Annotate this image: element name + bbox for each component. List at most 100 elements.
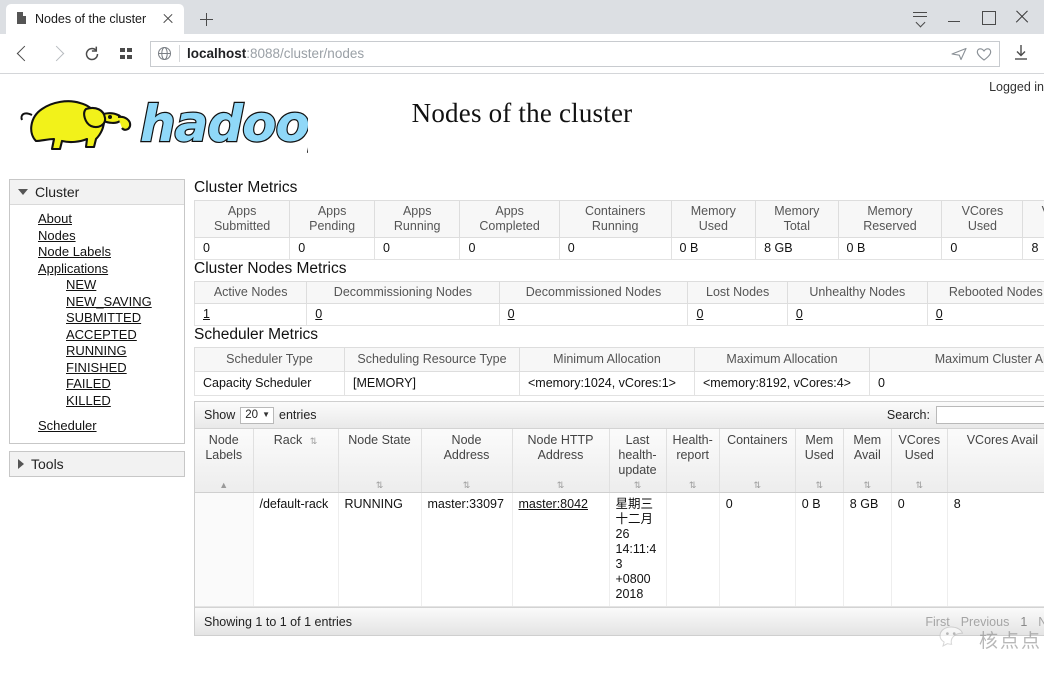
cell-vcores-used: 0 — [891, 492, 948, 607]
browser-tab[interactable]: Nodes of the cluster — [6, 4, 184, 34]
sidebar-item-killed[interactable]: KILLED — [10, 393, 184, 410]
pagination-next[interactable]: Next — [1038, 615, 1044, 629]
cell-node-address: master:33097 — [421, 492, 513, 607]
sidebar-item-failed[interactable]: FAILED — [10, 376, 184, 393]
maximize-icon[interactable] — [972, 4, 1004, 30]
sidebar-section-tools[interactable]: Tools — [10, 451, 184, 476]
val-unhealthy-nodes[interactable]: 0 — [796, 307, 803, 321]
sidebar-item-about[interactable]: About — [10, 211, 184, 228]
browser-window: Nodes of the cluster localhost:8088/clus… — [0, 0, 1044, 679]
col-node-http-address-label: Node HTTP Address — [527, 433, 594, 462]
sidebar-item-running[interactable]: RUNNING — [10, 343, 184, 360]
col-last-health-update-label: Last health-update — [618, 433, 657, 477]
col-containers[interactable]: Containers ⇅ — [719, 429, 796, 493]
sidebar-link-scheduler[interactable]: Scheduler — [38, 418, 97, 433]
sidebar-item-node-labels[interactable]: Node Labels — [10, 244, 184, 261]
pagination-previous[interactable]: Previous — [961, 615, 1010, 629]
address-bar[interactable]: localhost:8088/cluster/nodes — [150, 40, 1000, 67]
table-header-row: Apps Submitted Apps Pending Apps Running… — [194, 200, 1044, 238]
page-length-select[interactable]: 20 ▼ — [240, 406, 274, 424]
col-mem-used[interactable]: Mem Used ⇅ — [795, 429, 844, 493]
heart-bookmark-icon[interactable] — [975, 45, 993, 63]
sidebar-link-submitted[interactable]: SUBMITTED — [66, 310, 141, 325]
col-node-address-label: Node Address — [443, 433, 490, 462]
sidebar-item-scheduler[interactable]: Scheduler — [10, 418, 184, 435]
val-decommissioned-nodes[interactable]: 0 — [508, 307, 515, 321]
col-vcores-used[interactable]: VCores Used ⇅ — [891, 429, 948, 493]
minimize-icon[interactable] — [938, 4, 970, 30]
pagination-first[interactable]: First — [925, 615, 949, 629]
sidebar-link-new-saving[interactable]: NEW_SAVING — [66, 294, 152, 309]
table-row: 0 0 0 0 0 0 B 8 GB 0 B 0 8 0 — [194, 237, 1044, 260]
share-arrow-icon[interactable] — [950, 45, 968, 63]
sidebar-link-new[interactable]: NEW — [66, 277, 96, 292]
col-mem-used-label: Mem Used — [804, 433, 834, 462]
col-vcores-avail-label: VCores Avail — [966, 433, 1039, 447]
sidebar-link-applications[interactable]: Applications — [38, 261, 108, 276]
sidebar-item-finished[interactable]: FINISHED — [10, 360, 184, 377]
val-active-nodes[interactable]: 1 — [203, 307, 210, 321]
cell-node-labels — [195, 492, 254, 607]
col-mem-avail[interactable]: Mem Avail ⇅ — [843, 429, 892, 493]
cluster-metrics-wrap: Apps Submitted Apps Pending Apps Running… — [194, 200, 1044, 260]
sidebar-link-node-labels[interactable]: Node Labels — [38, 244, 111, 259]
col-decommissioning-nodes: Decommissioning Nodes — [306, 281, 500, 304]
val-lost-nodes[interactable]: 0 — [696, 307, 703, 321]
val-vcores-used: 0 — [941, 237, 1024, 260]
val-memory-reserved: 0 B — [837, 237, 943, 260]
new-tab-button[interactable] — [192, 5, 220, 33]
val-rebooted-nodes[interactable]: 0 — [936, 307, 943, 321]
reload-icon[interactable] — [76, 38, 108, 70]
close-icon[interactable] — [1006, 4, 1038, 30]
sort-asc-icon: ▲ — [219, 480, 229, 490]
page-content: Logged in hadoop Nodes of the — [0, 74, 1044, 679]
apps-grid-icon[interactable] — [110, 38, 142, 70]
page-title: Nodes of the cluster — [411, 98, 633, 128]
sidebar-link-about[interactable]: About — [38, 211, 72, 226]
val-decommissioning-nodes[interactable]: 0 — [315, 307, 322, 321]
col-node-labels[interactable]: Node Labels ▲ — [195, 429, 254, 493]
col-node-address[interactable]: Node Address ⇅ — [421, 429, 513, 493]
sidebar-item-submitted[interactable]: SUBMITTED — [10, 310, 184, 327]
sidebar-item-nodes[interactable]: Nodes — [10, 228, 184, 245]
val-vcores-total: 8 — [1022, 237, 1044, 260]
sidebar-section-cluster[interactable]: Cluster — [10, 180, 184, 205]
cell-node-http-address[interactable]: master:8042 — [519, 497, 588, 511]
search-label: Search: — [886, 408, 930, 422]
search-input[interactable] — [936, 406, 1044, 424]
val-max-cluster-app-priority: 0 — [869, 371, 1044, 396]
sidebar-link-nodes[interactable]: Nodes — [38, 228, 76, 243]
pagination: First Previous 1 Next — [925, 615, 1044, 629]
sidebar-section-label: Cluster — [35, 184, 80, 200]
cell-last-health-update: 星期三 十二月 26 14:11:43 +0800 2018 — [609, 492, 667, 607]
sort-none-icon: ⇅ — [375, 480, 384, 490]
col-node-state[interactable]: Node State ⇅ — [338, 429, 422, 493]
sidebar-item-new-saving[interactable]: NEW_SAVING — [10, 294, 184, 311]
sidebar-item-applications[interactable]: Applications — [10, 261, 184, 278]
col-memory-reserved: Memory Reserved — [837, 200, 943, 238]
sidebar-link-accepted[interactable]: ACCEPTED — [66, 327, 137, 342]
pagination-page-1[interactable]: 1 — [1020, 615, 1027, 629]
col-node-labels-label: Node Labels — [205, 433, 243, 462]
cell-rack: /default-rack — [253, 492, 339, 607]
sidebar: Cluster About Nodes Node Labels Applicat… — [9, 179, 185, 484]
tab-close-icon[interactable] — [160, 11, 176, 27]
col-rack[interactable]: Rack ⇅ — [253, 429, 339, 493]
sidebar-item-new[interactable]: NEW — [10, 277, 184, 294]
col-vcores-avail[interactable]: VCores Avail ⇅ — [947, 429, 1044, 493]
download-icon[interactable] — [1008, 40, 1036, 68]
col-node-http-address[interactable]: Node HTTP Address ⇅ — [512, 429, 610, 493]
sidebar-link-killed[interactable]: KILLED — [66, 393, 111, 408]
show-label: Show — [204, 408, 236, 422]
browser-menu-icon[interactable] — [904, 4, 936, 30]
forward-arrow-icon[interactable] — [42, 38, 74, 70]
col-last-health-update[interactable]: Last health-update ⇅ — [609, 429, 667, 493]
back-arrow-icon[interactable] — [8, 38, 40, 70]
col-health-report[interactable]: Health-report ⇅ — [666, 429, 720, 493]
nodes-table: Node Labels ▲ Rack ⇅ Node State ⇅ Node A… — [195, 429, 1044, 607]
sidebar-link-finished[interactable]: FINISHED — [66, 360, 127, 375]
sidebar-item-accepted[interactable]: ACCEPTED — [10, 327, 184, 344]
col-containers-label: Containers — [727, 433, 788, 447]
sidebar-link-running[interactable]: RUNNING — [66, 343, 127, 358]
sidebar-link-failed[interactable]: FAILED — [66, 376, 111, 391]
